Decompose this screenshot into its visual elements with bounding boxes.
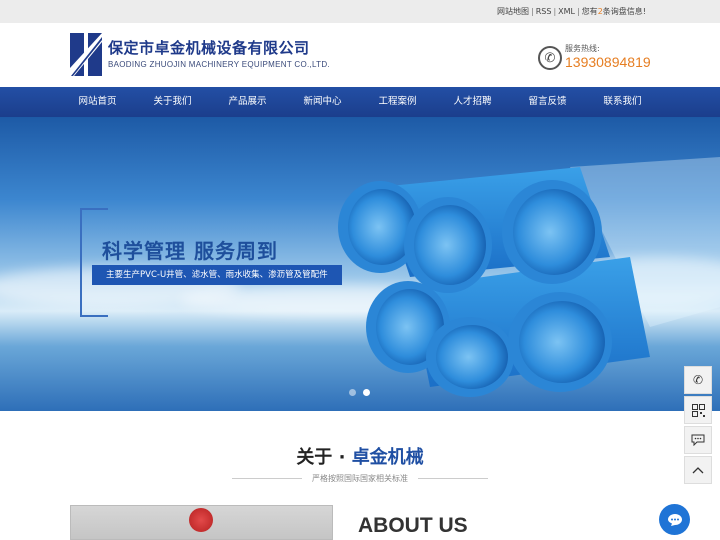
- sitemap-link[interactable]: 网站地图: [497, 7, 529, 16]
- chat-bubble-icon: [667, 513, 682, 526]
- company-name-en: BAODING ZHUOJIN MACHINERY EQUIPMENT CO.,…: [108, 60, 330, 69]
- slide-dot-2-active[interactable]: [363, 389, 370, 396]
- about-subtitle: 严格按照国际国家相关标准: [312, 474, 408, 483]
- certificate-image: ​: [70, 505, 333, 540]
- hotline-number: 13930894819: [565, 54, 651, 70]
- site-header: 保定市卓金机械设备有限公司 BAODING ZHUOJIN MACHINERY …: [0, 23, 720, 87]
- about-title-highlight: 卓金机械: [351, 447, 424, 468]
- banner-slogan: 科学管理 服务周到: [102, 239, 278, 263]
- qrcode-icon: [691, 403, 705, 417]
- main-nav: 网站首页 关于我们 产品展示 新闻中心 工程案例 人才招聘 留言反馈 联系我们: [0, 87, 720, 117]
- side-qrcode-button[interactable]: [684, 396, 712, 424]
- nav-item-contact[interactable]: 联系我们: [585, 87, 660, 117]
- about-heading-en: ABOUT US: [358, 514, 468, 537]
- slide-dot-1[interactable]: [349, 389, 356, 396]
- national-emblem-icon: [189, 508, 213, 532]
- about-section-title: 关于 · 卓金机械: [0, 443, 720, 469]
- nav-item-products[interactable]: 产品展示: [210, 87, 285, 117]
- banner-tagline: 主要生产PVC-U井管、滤水管、雨水收集、渗沥管及管配件: [92, 265, 342, 285]
- hotline-label: 服务热线:: [565, 44, 600, 53]
- about-title-prefix: 关于 ·: [296, 447, 352, 468]
- company-name-cn[interactable]: 保定市卓金机械设备有限公司: [108, 37, 310, 58]
- nav-item-jobs[interactable]: 人才招聘: [435, 87, 510, 117]
- pvc-pipes-image: [338, 157, 720, 397]
- top-links: 网站地图 | RSS | XML | 您有2条询盘信息!: [497, 7, 646, 16]
- divider-right: [418, 478, 488, 479]
- inquiry-prefix: 您有: [581, 7, 598, 16]
- inquiry-suffix: 条询盘信息!: [602, 7, 646, 16]
- rss-link[interactable]: RSS: [536, 7, 552, 16]
- nav-item-about[interactable]: 关于我们: [135, 87, 210, 117]
- nav-item-home[interactable]: 网站首页: [60, 87, 135, 117]
- hero-banner[interactable]: 科学管理 服务周到 主要生产PVC-U井管、滤水管、雨水收集、渗沥管及管配件: [0, 117, 720, 411]
- inquiry-link[interactable]: 您有2条询盘信息!: [582, 7, 646, 16]
- company-logo-icon[interactable]: [70, 33, 102, 76]
- nav-item-news[interactable]: 新闻中心: [285, 87, 360, 117]
- phone-icon: ✆: [538, 46, 562, 70]
- nav-item-cases[interactable]: 工程案例: [360, 87, 435, 117]
- nav-item-feedback[interactable]: 留言反馈: [510, 87, 585, 117]
- phone-icon: ✆: [692, 373, 704, 387]
- online-chat-button[interactable]: [659, 504, 690, 535]
- xml-link[interactable]: XML: [558, 7, 575, 16]
- top-utility-bar: 网站地图 | RSS | XML | 您有2条询盘信息!: [0, 0, 720, 23]
- side-phone-button[interactable]: ✆: [684, 366, 712, 394]
